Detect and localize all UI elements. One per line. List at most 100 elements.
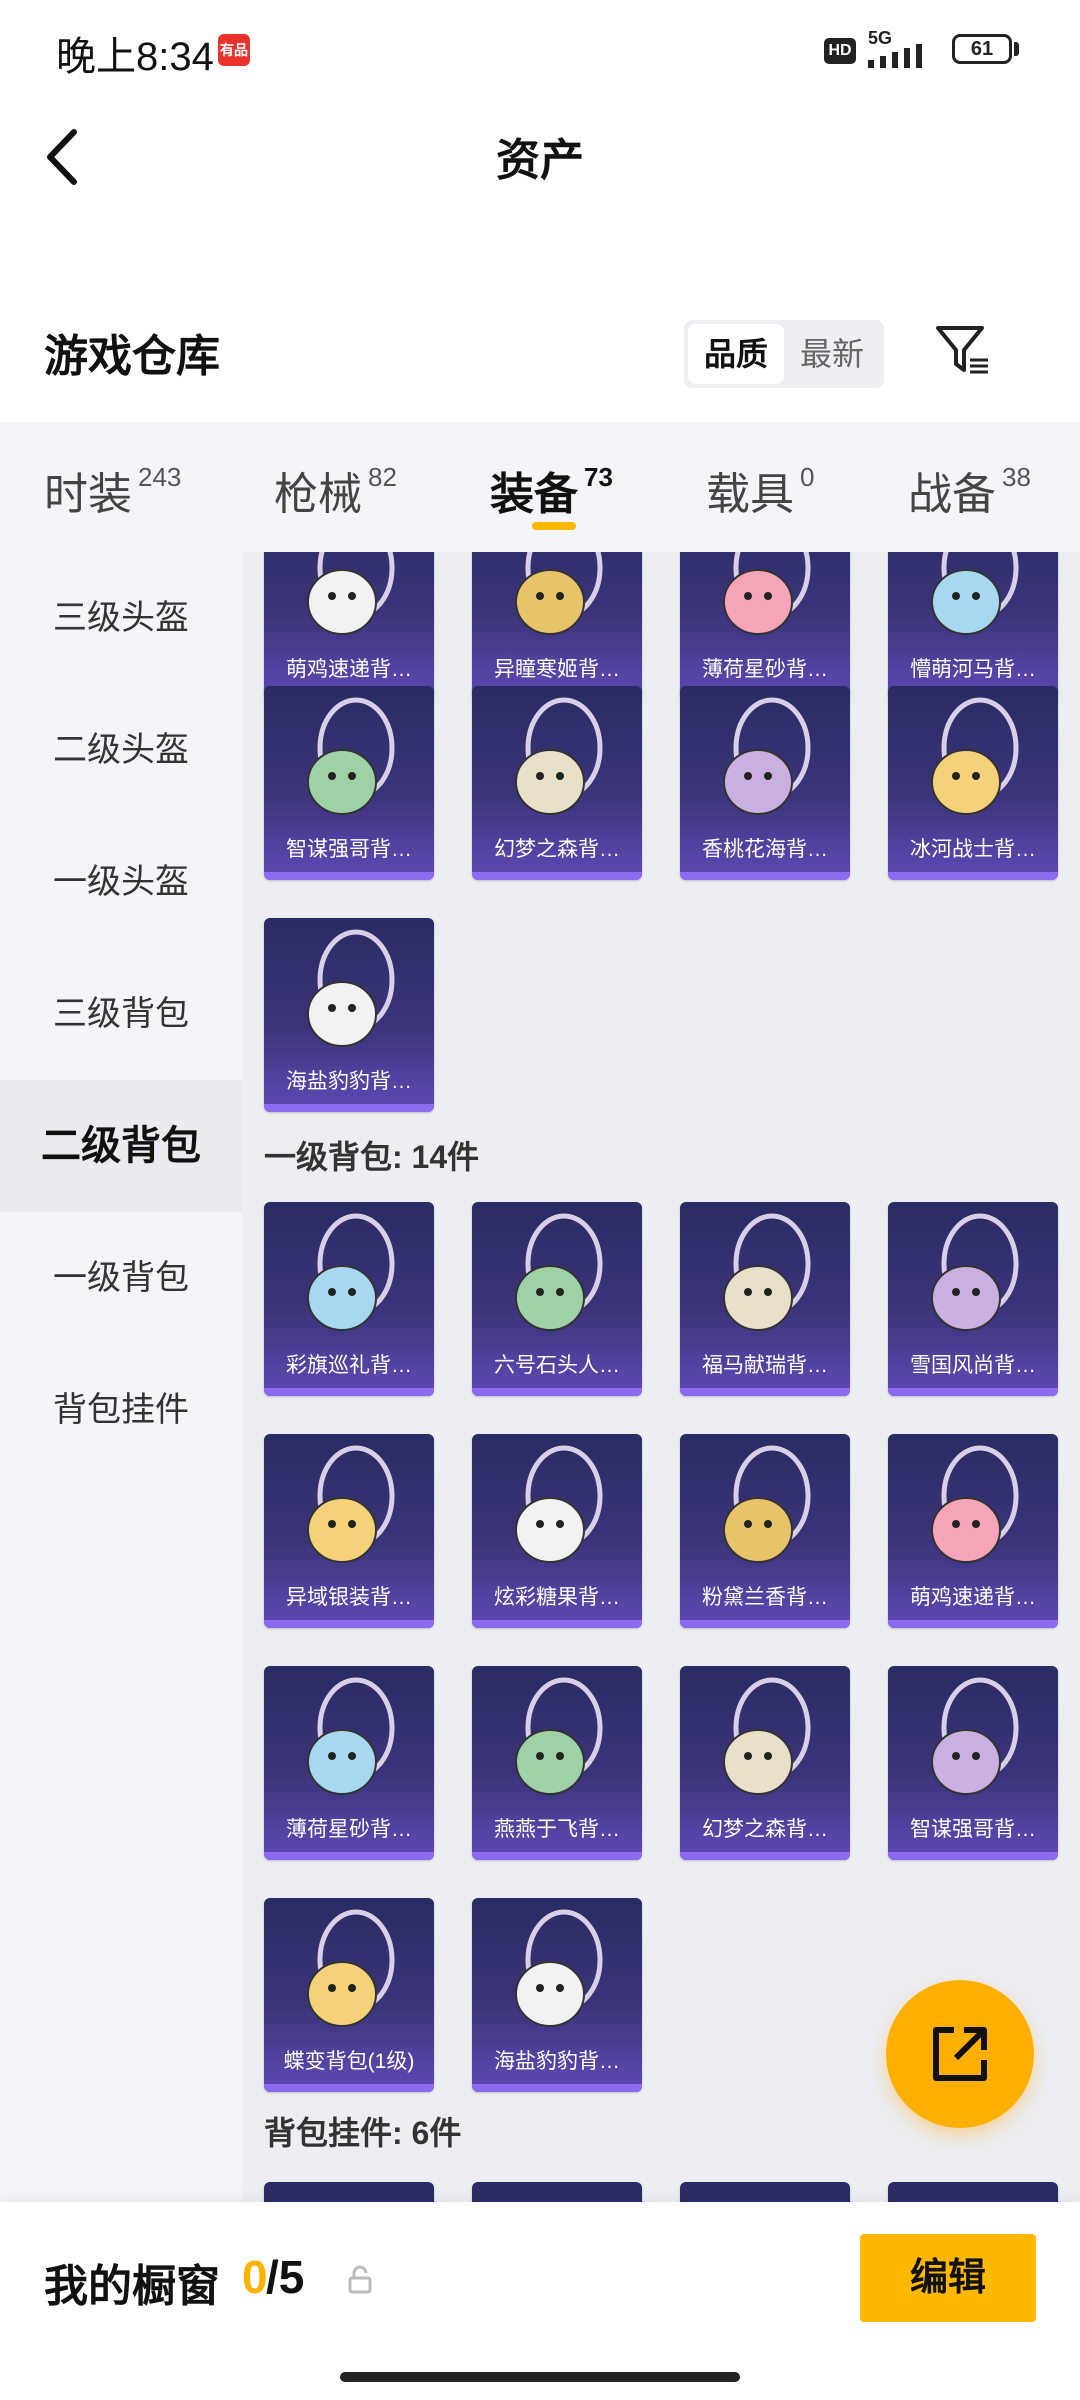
item-card[interactable]: 智谋强哥背…	[888, 1666, 1058, 1860]
item-name: 智谋强哥背…	[888, 1808, 1058, 1852]
item-card[interactable]: 异域银装背…	[264, 1434, 434, 1628]
tab-label: 枪械	[274, 470, 362, 519]
item-card[interactable]: 燕燕于飞背…	[472, 1666, 642, 1860]
item-card[interactable]: 海盐豹豹背…	[264, 918, 434, 1112]
sidebar-item-helmet-3[interactable]: 三级头盔	[0, 552, 242, 684]
app-badge-icon: 有品	[218, 34, 250, 66]
item-card[interactable]: 薄荷星砂背…	[680, 552, 850, 700]
battery-tip	[1014, 42, 1019, 56]
share-export-icon	[933, 2027, 987, 2081]
backpack-icon	[307, 929, 395, 1047]
item-card[interactable]: 海盐豹豹背…	[472, 1898, 642, 2092]
pendant-card[interactable]	[680, 2182, 850, 2202]
tab-count: 73	[584, 462, 613, 492]
rarity-bar	[888, 1620, 1058, 1628]
rarity-bar	[264, 2084, 434, 2092]
backpack-icon	[931, 552, 1019, 635]
item-card[interactable]: 香桃花海背…	[680, 686, 850, 880]
sidebar-item-backpack-3[interactable]: 三级背包	[0, 948, 242, 1080]
item-name: 海盐豹豹背…	[472, 2040, 642, 2084]
backpack-icon	[307, 1909, 395, 2027]
item-card[interactable]: 冰河战士背…	[888, 686, 1058, 880]
backpack-icon	[931, 1213, 1019, 1331]
backpack-icon	[307, 1445, 395, 1563]
item-card[interactable]: 幻梦之森背…	[680, 1666, 850, 1860]
item-name: 香桃花海背…	[680, 828, 850, 872]
tab-label: 战备	[908, 470, 996, 519]
backpack-icon	[307, 1213, 395, 1331]
backpack-icon	[307, 1677, 395, 1795]
active-tab-indicator	[532, 522, 576, 530]
item-card[interactable]: 智谋强哥背…	[264, 686, 434, 880]
sidebar-item-pendant[interactable]: 背包挂件	[0, 1344, 242, 1476]
item-card[interactable]: 福马献瑞背…	[680, 1202, 850, 1396]
tab-weapons[interactable]: 枪械 82	[274, 458, 397, 519]
lock-icon	[348, 2265, 372, 2294]
backpack-icon	[515, 697, 603, 815]
pendant-card[interactable]	[264, 2182, 434, 2202]
rarity-bar	[472, 2084, 642, 2092]
item-card[interactable]: 萌鸡速递背…	[888, 1434, 1058, 1628]
rarity-bar	[888, 1388, 1058, 1396]
hd-icon: HD	[824, 38, 856, 64]
item-name: 海盐豹豹背…	[264, 1060, 434, 1104]
tab-label: 载具	[706, 470, 794, 519]
item-card[interactable]: 彩旗巡礼背…	[264, 1202, 434, 1396]
item-card[interactable]: 异瞳寒姬背…	[472, 552, 642, 700]
sort-quality[interactable]: 品质	[688, 324, 784, 384]
pendant-card[interactable]	[472, 2182, 642, 2202]
item-card[interactable]: 六号石头人…	[472, 1202, 642, 1396]
rarity-bar	[472, 1852, 642, 1860]
backpack-icon	[723, 552, 811, 635]
backpack-icon	[723, 1213, 811, 1331]
item-name: 粉黛兰香背…	[680, 1576, 850, 1620]
backpack-icon	[931, 1677, 1019, 1795]
item-card[interactable]: 薄荷星砂背…	[264, 1666, 434, 1860]
home-indicator[interactable]	[340, 2372, 740, 2382]
sidebar: 三级头盔 二级头盔 一级头盔 三级背包 二级背包 一级背包 背包挂件	[0, 552, 242, 2202]
item-name: 六号石头人…	[472, 1344, 642, 1388]
backpack-icon	[307, 697, 395, 815]
backpack-icon	[931, 697, 1019, 815]
rarity-bar	[264, 1104, 434, 1112]
item-card[interactable]: 幻梦之森背…	[472, 686, 642, 880]
tab-supplies[interactable]: 战备 38	[908, 458, 1031, 519]
backpack-icon	[307, 552, 395, 635]
backpack-icon	[515, 1677, 603, 1795]
sort-toggle: 品质 最新	[684, 320, 884, 388]
item-card[interactable]: 萌鸡速递背…	[264, 552, 434, 700]
item-name: 幻梦之森背…	[472, 828, 642, 872]
sidebar-item-helmet-1[interactable]: 一级头盔	[0, 816, 242, 948]
rarity-bar	[472, 1388, 642, 1396]
tab-equipment[interactable]: 装备 73	[490, 458, 613, 519]
share-fab[interactable]	[886, 1980, 1034, 2128]
tab-vehicles[interactable]: 载具 0	[706, 458, 814, 519]
backpack-icon	[723, 697, 811, 815]
showcase-count-current: 0	[242, 2251, 268, 2303]
rarity-bar	[888, 872, 1058, 880]
backpack-icon	[723, 1445, 811, 1563]
sort-newest[interactable]: 最新	[784, 320, 880, 388]
item-name: 萌鸡速递背…	[888, 1576, 1058, 1620]
item-card[interactable]: 炫彩糖果背…	[472, 1434, 642, 1628]
sidebar-item-helmet-2[interactable]: 二级头盔	[0, 684, 242, 816]
item-card[interactable]: 粉黛兰香背…	[680, 1434, 850, 1628]
showcase-label: 我的橱窗	[44, 2262, 220, 2311]
sidebar-item-backpack-1[interactable]: 一级背包	[0, 1212, 242, 1344]
tab-fashion[interactable]: 时装 243	[44, 458, 181, 519]
edit-button[interactable]: 编辑	[860, 2234, 1036, 2322]
pendant-card[interactable]	[888, 2182, 1058, 2202]
item-name: 幻梦之森背…	[680, 1808, 850, 1852]
item-card[interactable]: 雪国风尚背…	[888, 1202, 1058, 1396]
item-card[interactable]: 懵萌河马背…	[888, 552, 1058, 700]
backpack-icon	[723, 1677, 811, 1795]
rarity-bar	[680, 1388, 850, 1396]
filter-icon[interactable]	[934, 322, 990, 378]
warehouse-title: 游戏仓库	[44, 332, 220, 381]
backpack-icon	[515, 552, 603, 635]
item-card[interactable]: 蝶变背包(1级)	[264, 1898, 434, 2092]
sidebar-item-backpack-2[interactable]: 二级背包	[0, 1080, 242, 1212]
rarity-bar	[264, 872, 434, 880]
backpack-icon	[931, 1445, 1019, 1563]
rarity-bar	[264, 1620, 434, 1628]
